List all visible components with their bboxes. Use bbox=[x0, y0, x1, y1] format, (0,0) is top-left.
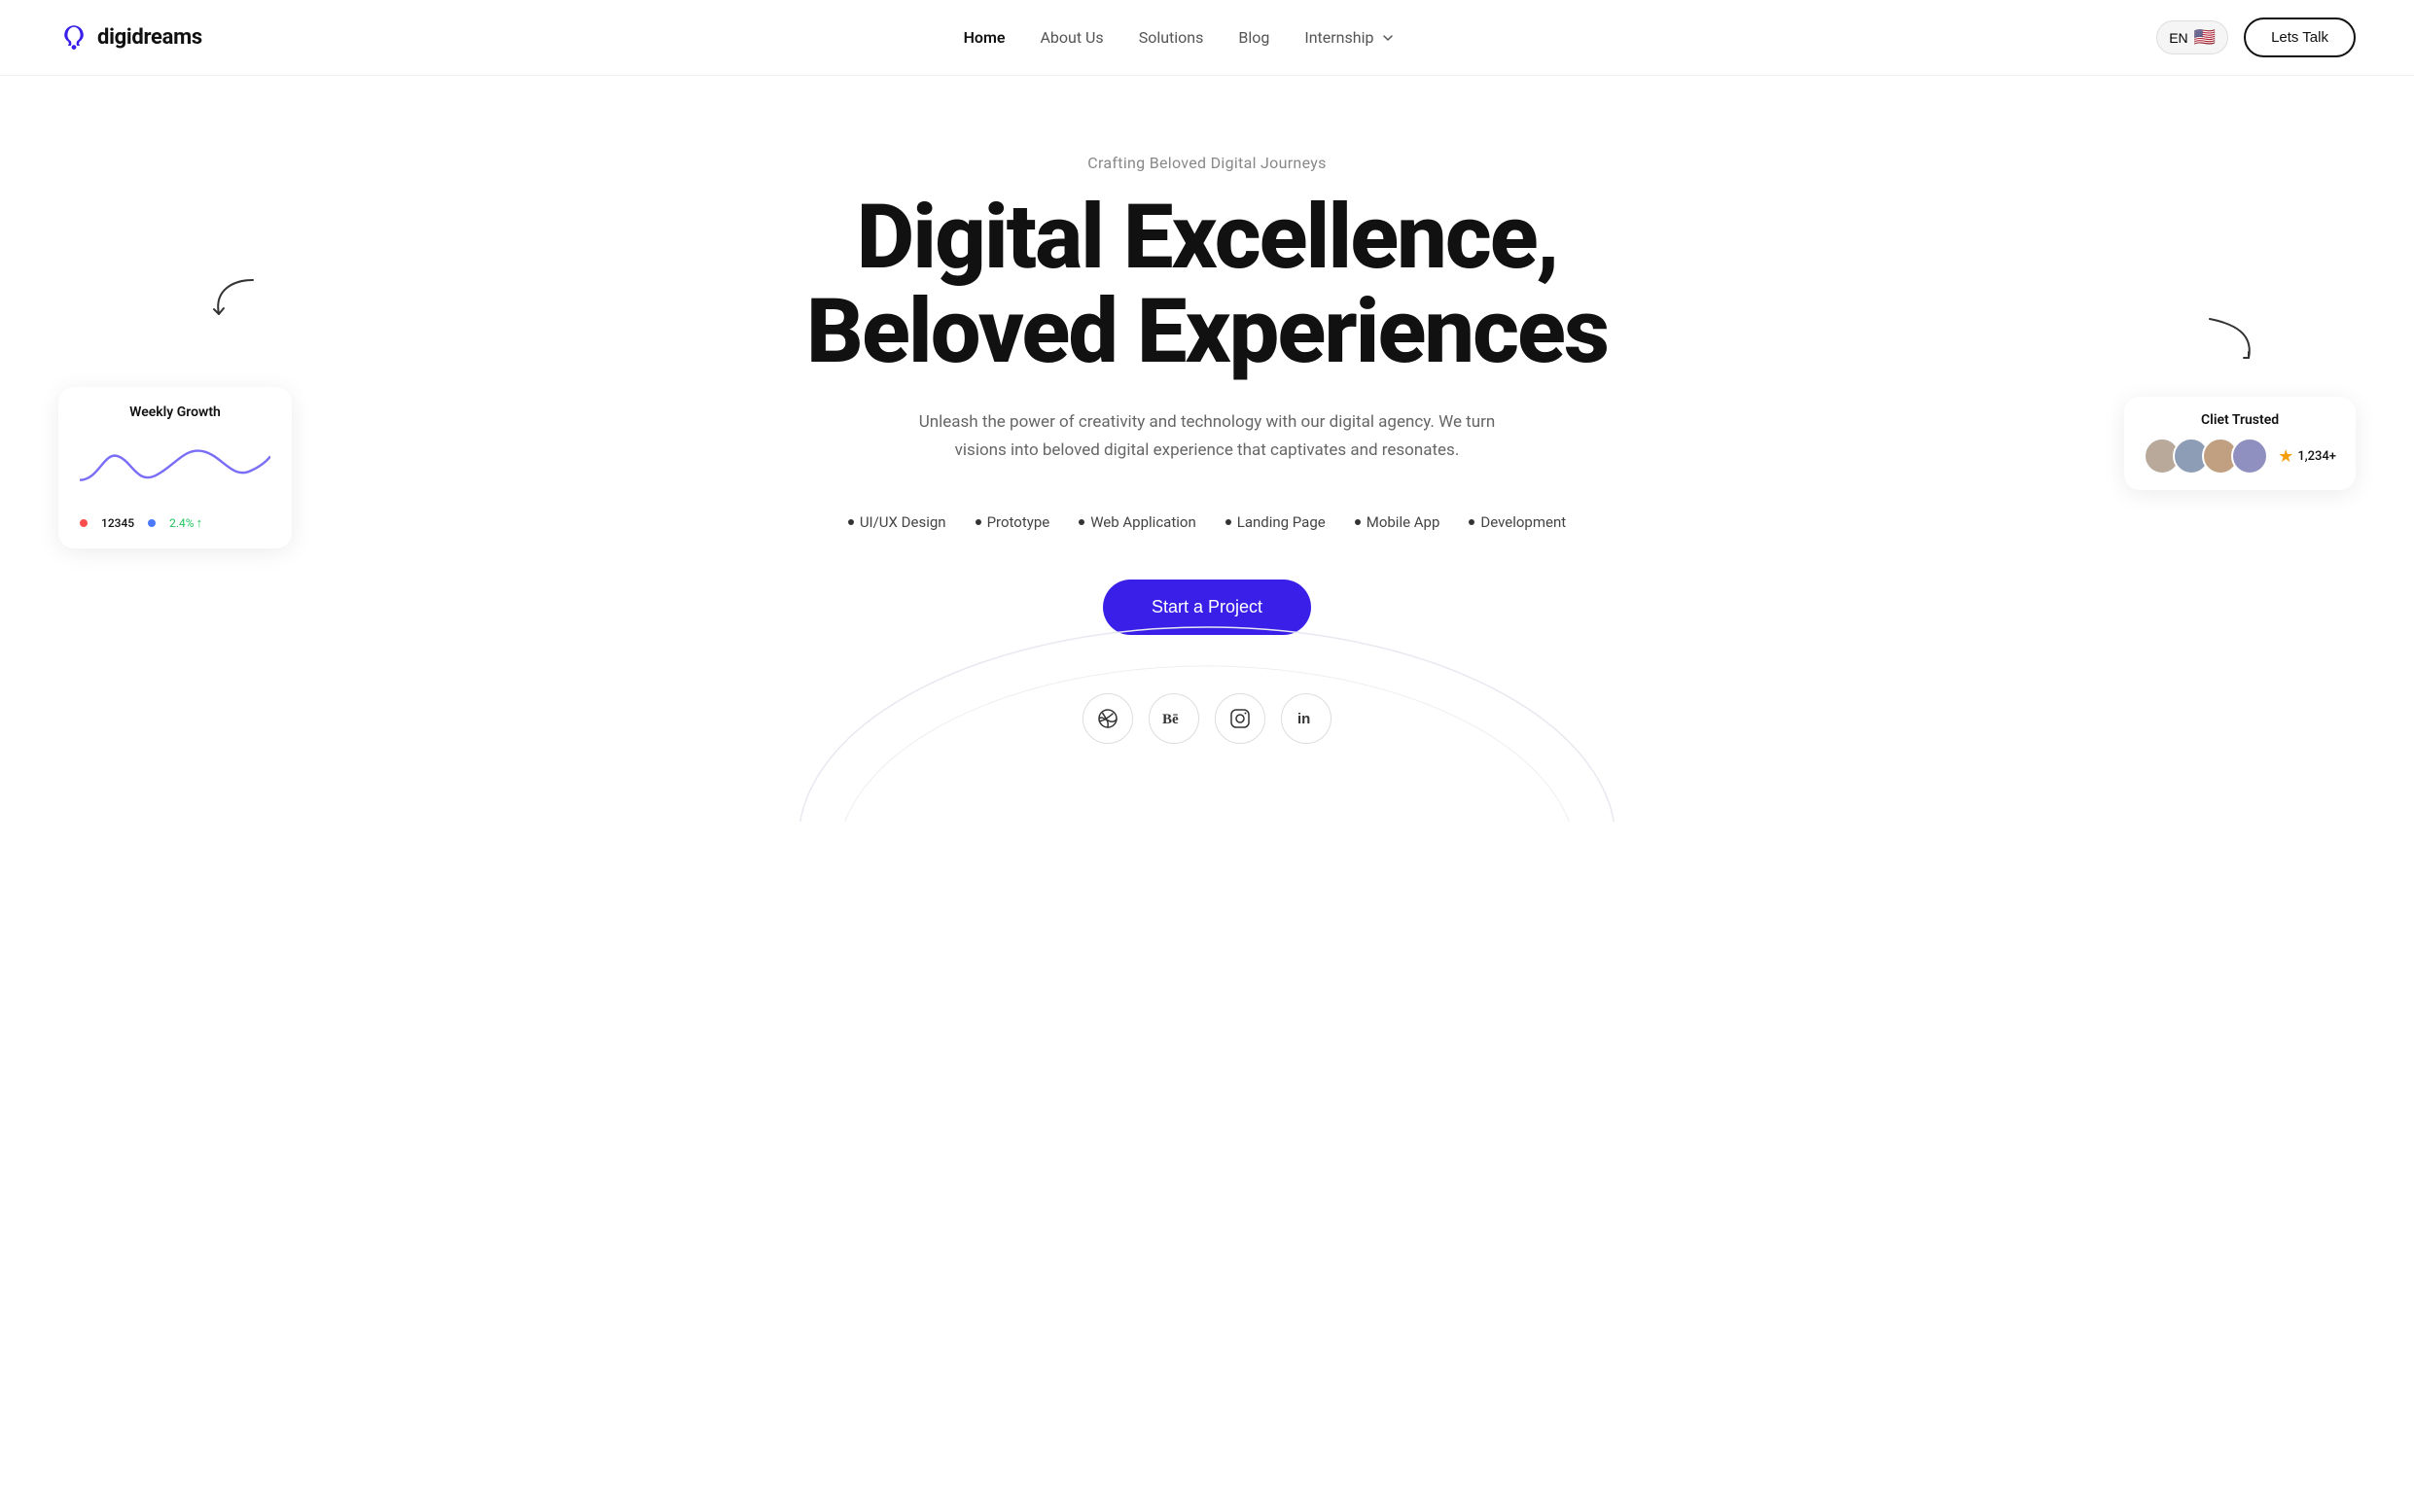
logo[interactable]: digidreams bbox=[58, 22, 202, 53]
tag-dot bbox=[1225, 519, 1231, 525]
linkedin-button[interactable]: in bbox=[1281, 693, 1331, 744]
chevron-down-icon bbox=[1381, 31, 1395, 45]
nav-link-home[interactable]: Home bbox=[964, 28, 1006, 47]
arc-decoration bbox=[769, 530, 1645, 822]
dribbble-icon bbox=[1097, 708, 1118, 729]
weekly-growth-card: Weekly Growth 12345 2.4% ↑ bbox=[58, 387, 292, 548]
nav-links: Home About Us Solutions Blog Internship bbox=[964, 28, 1396, 47]
nav-link-solutions[interactable]: Solutions bbox=[1139, 28, 1204, 47]
tag-landing: Landing Page bbox=[1225, 513, 1326, 531]
weekly-growth-title: Weekly Growth bbox=[80, 404, 270, 420]
tag-dot bbox=[1469, 519, 1474, 525]
hero-subtitle: Crafting Beloved Digital Journeys bbox=[39, 154, 2375, 172]
dribbble-button[interactable] bbox=[1083, 693, 1133, 744]
navbar: digidreams Home About Us Solutions Blog … bbox=[0, 0, 2414, 76]
nav-item-internship[interactable]: Internship bbox=[1304, 28, 1395, 47]
hero-section: Weekly Growth 12345 2.4% ↑ Cliet Trusted… bbox=[0, 76, 2414, 822]
nav-item-home[interactable]: Home bbox=[964, 28, 1006, 47]
tag-dot bbox=[1355, 519, 1361, 525]
nav-link-about[interactable]: About Us bbox=[1040, 28, 1103, 47]
instagram-button[interactable] bbox=[1215, 693, 1265, 744]
tag-webapp: Web Application bbox=[1079, 513, 1196, 531]
growth-value: 12345 bbox=[101, 516, 134, 530]
hero-description: Unleash the power of creativity and tech… bbox=[915, 408, 1499, 465]
chart-legend: 12345 2.4% ↑ bbox=[80, 515, 270, 531]
blue-dot bbox=[148, 519, 156, 527]
lets-talk-button[interactable]: Lets Talk bbox=[2244, 18, 2356, 57]
growth-percent: 2.4% ↑ bbox=[169, 515, 202, 531]
red-dot bbox=[80, 519, 88, 527]
behance-button[interactable]: Bē bbox=[1149, 693, 1199, 744]
flag-icon: 🇺🇸 bbox=[2194, 27, 2216, 48]
nav-link-blog[interactable]: Blog bbox=[1238, 28, 1269, 47]
nav-right: EN 🇺🇸 Lets Talk bbox=[2156, 18, 2356, 57]
svg-text:in: in bbox=[1297, 711, 1310, 727]
instagram-icon bbox=[1229, 708, 1251, 729]
hero-title-line1: Digital Excellence, bbox=[857, 186, 1558, 290]
star-icon: ★ bbox=[2278, 446, 2293, 467]
rating-value: 1,234+ bbox=[2297, 449, 2336, 464]
svg-text:Bē: Bē bbox=[1162, 712, 1179, 727]
logo-icon bbox=[58, 22, 89, 53]
growth-chart bbox=[80, 432, 270, 500]
tag-prototype: Prototype bbox=[976, 513, 1050, 531]
nav-item-solutions[interactable]: Solutions bbox=[1139, 28, 1204, 47]
social-row: Bē in bbox=[39, 693, 2375, 744]
lang-text: EN bbox=[2169, 30, 2187, 46]
deco-arrow-left bbox=[204, 270, 263, 329]
nav-item-blog[interactable]: Blog bbox=[1238, 28, 1269, 47]
tag-dot bbox=[976, 519, 981, 525]
avatar bbox=[2231, 438, 2268, 475]
client-avatars: ★ 1,234+ bbox=[2144, 438, 2336, 475]
deco-arrow-right bbox=[2200, 309, 2268, 377]
nav-link-internship[interactable]: Internship bbox=[1304, 28, 1395, 47]
behance-icon: Bē bbox=[1162, 710, 1186, 727]
tag-dot bbox=[848, 519, 854, 525]
linkedin-icon: in bbox=[1296, 708, 1317, 729]
tag-development: Development bbox=[1469, 513, 1566, 531]
tag-uiux: UI/UX Design bbox=[848, 513, 946, 531]
tag-mobileapp: Mobile App bbox=[1355, 513, 1440, 531]
client-trusted-title: Cliet Trusted bbox=[2144, 412, 2336, 428]
hero-title: Digital Excellence, Beloved Experiences bbox=[769, 192, 1645, 379]
language-button[interactable]: EN 🇺🇸 bbox=[2156, 20, 2228, 54]
logo-text: digidreams bbox=[97, 25, 202, 50]
client-trusted-card: Cliet Trusted ★ 1,234+ bbox=[2124, 397, 2356, 490]
hero-title-line2: Beloved Experiences bbox=[806, 280, 1608, 384]
nav-item-about[interactable]: About Us bbox=[1040, 28, 1103, 47]
tags-row: UI/UX Design Prototype Web Application L… bbox=[39, 513, 2375, 531]
start-project-button[interactable]: Start a Project bbox=[1103, 580, 1311, 635]
tag-dot bbox=[1079, 519, 1084, 525]
rating-badge: ★ 1,234+ bbox=[2278, 446, 2336, 467]
